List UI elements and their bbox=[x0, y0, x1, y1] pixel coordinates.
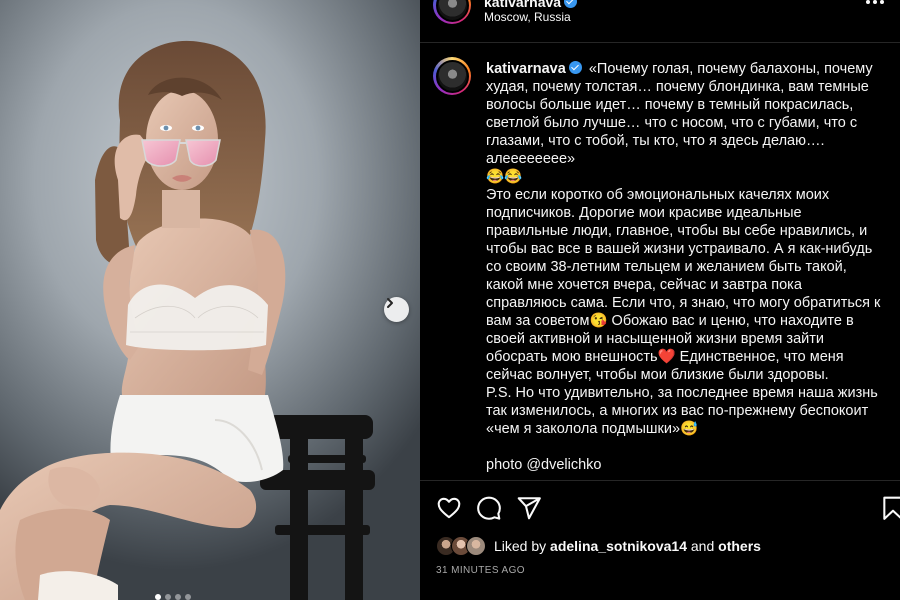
caption-line: волосы больше идет… почему в темный покр… bbox=[486, 97, 854, 113]
caption-line: чтобы вас все в вашей жизни устраивало. … bbox=[486, 241, 873, 257]
post-location[interactable]: Moscow, Russia bbox=[484, 10, 571, 24]
caption-line: сейчас волнует, чтобы мои близкие были з… bbox=[486, 367, 829, 383]
caption-line: справляюсь сама. Если что, я знаю, что м… bbox=[486, 295, 881, 311]
liker-avatar[interactable] bbox=[466, 536, 486, 556]
liked-by-avatars[interactable] bbox=[436, 536, 486, 556]
carousel-indicator bbox=[155, 594, 191, 600]
caption-line: 😂😂 bbox=[486, 169, 523, 185]
caption-line: алееееееее» bbox=[486, 151, 576, 167]
caption-line: обосрать мою внешность❤️ Единственное, ч… bbox=[486, 349, 844, 365]
caption-line: вам за советом😘 Обожаю вас и ценю, что н… bbox=[486, 313, 854, 329]
post-photo[interactable] bbox=[0, 0, 420, 600]
sandals bbox=[38, 571, 118, 600]
caption-line: худая, почему толстая… почему блондинка,… bbox=[486, 79, 869, 95]
carousel-dot bbox=[165, 594, 171, 600]
caption-line: P.S. Но что удивительно, за последнее вр… bbox=[486, 385, 878, 401]
caption-author-avatar[interactable] bbox=[433, 57, 471, 95]
carousel-next-button[interactable] bbox=[384, 297, 409, 322]
carousel-dot bbox=[155, 594, 161, 600]
bookmark-icon[interactable] bbox=[880, 495, 900, 521]
photo-illustration bbox=[0, 40, 375, 600]
liked-by-user[interactable]: adelina_sotnikova14 bbox=[550, 538, 687, 554]
chevron-right-icon bbox=[387, 298, 393, 308]
photo-credit[interactable]: photo @dvelichko bbox=[486, 456, 886, 474]
header-username[interactable]: kativarnava bbox=[484, 0, 580, 10]
caption-line: «чем я заколола подмышки»😅 bbox=[486, 421, 699, 437]
post-caption: kativarnava «Почему голая, почему балахо… bbox=[486, 60, 886, 474]
caption-line: «Почему голая, почему балахоны, почему bbox=[588, 61, 873, 77]
post-actions bbox=[436, 495, 542, 521]
caption-line: глазами, что с тобой, ты кто, что я здес… bbox=[486, 133, 825, 149]
caption-line: так изменилось, а многих из вас по-прежн… bbox=[486, 403, 869, 419]
caption-line: правильные люди, главное, чтобы вы себе … bbox=[486, 223, 868, 239]
verified-badge-icon bbox=[568, 61, 582, 74]
username-text[interactable]: kativarnava bbox=[484, 0, 561, 10]
header-divider bbox=[420, 42, 900, 43]
author-avatar[interactable] bbox=[433, 0, 471, 24]
caption-line: какой мне хочется вчера, сейчас и завтра… bbox=[486, 277, 802, 293]
caption-line bbox=[486, 438, 886, 456]
comment-icon[interactable] bbox=[476, 495, 502, 521]
post-details-panel: kativarnava Moscow, Russia kativarnava «… bbox=[420, 0, 900, 600]
caption-line: своей активной и насыщенной жизни время … bbox=[486, 331, 824, 347]
caption-line: светлой было лучше… что с носом, что с г… bbox=[486, 115, 858, 131]
actions-divider bbox=[420, 480, 900, 481]
caption-username[interactable]: kativarnava bbox=[486, 61, 566, 77]
caption-line: со своим 38-летним тельцем и желанием бы… bbox=[486, 259, 847, 275]
liked-conj: and bbox=[690, 538, 715, 554]
liked-prefix: Liked by bbox=[494, 538, 547, 554]
more-options-icon[interactable] bbox=[862, 0, 888, 18]
caption-line: подписчиков. Дорогие мои красиве идеальн… bbox=[486, 205, 802, 221]
liked-by: Liked by adelina_sotnikova14 and others bbox=[436, 536, 761, 556]
heart-icon[interactable] bbox=[436, 495, 462, 521]
liked-by-others[interactable]: others bbox=[718, 538, 761, 554]
verified-badge-icon bbox=[564, 0, 578, 8]
caption-line: Это если коротко об эмоциональных качеля… bbox=[486, 187, 830, 203]
send-icon[interactable] bbox=[516, 495, 542, 521]
carousel-dot bbox=[185, 594, 191, 600]
carousel-dot bbox=[175, 594, 181, 600]
post-timestamp[interactable]: 31 MINUTES AGO bbox=[436, 565, 525, 576]
